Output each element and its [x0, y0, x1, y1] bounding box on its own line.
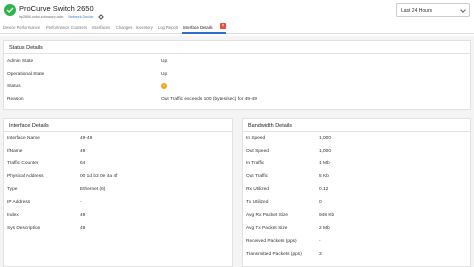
bandwidth-row-value: 3 [319, 252, 322, 257]
interface-row-value: 49 [80, 149, 86, 154]
chevron-down-icon [460, 7, 466, 13]
bandwidth-row-label: Received Packets (pps) [246, 239, 297, 244]
device-host: hp2650.zoho.zohocorp.com [19, 15, 64, 19]
status-row-value: Up [161, 59, 168, 64]
interface-row-label: Index [7, 213, 19, 218]
bandwidth-row-value: 948 Kb [319, 213, 335, 218]
tab-inventory[interactable]: Inventory [136, 25, 153, 30]
tab-performance-counters[interactable]: Performance Counters [46, 25, 87, 30]
bandwidth-row-value: 0.12 [319, 187, 329, 192]
time-range-select[interactable]: Last 24 Hours [396, 3, 470, 17]
tab-interfaces[interactable]: Interfaces [92, 25, 110, 30]
interface-row-label: Interface Name [7, 136, 40, 141]
status-row-label: Reason [7, 97, 24, 102]
interface-row-label: Traffic Counter [7, 161, 39, 166]
close-icon[interactable]: × [220, 23, 226, 29]
bandwidth-row-value: - [319, 239, 321, 244]
warning-status-icon: ! [161, 83, 167, 89]
time-range-value: Last 24 Hours [401, 7, 433, 14]
device-type-badge[interactable]: Network Device [68, 15, 93, 19]
bandwidth-row-label: Avg Rx Packet Size [246, 213, 289, 218]
status-row-value: Up [161, 72, 168, 77]
bandwidth-row-label: In Speed [246, 136, 266, 141]
bandwidth-row-label: In Traffic [246, 161, 265, 166]
status-row-label: Admin State [7, 59, 34, 64]
interface-row-label: IfName [7, 149, 23, 154]
bandwidth-row-value: 2 Mb [319, 226, 330, 231]
status-details-heading: Status Details [4, 41, 470, 54]
device-logo-icon [4, 4, 16, 16]
tab-interface-details[interactable]: Interface Details [183, 25, 213, 30]
bandwidth-row-value: 0 [319, 200, 322, 205]
interface-row-label: Sys Description [7, 226, 41, 231]
bandwidth-row-value: 1,000 [319, 149, 332, 154]
tab-changes[interactable]: Changes [116, 25, 132, 30]
bandwidth-details-heading: Bandwidth Details [243, 119, 470, 132]
interface-row-label: IP Address [7, 200, 31, 205]
interface-row-label: Physical Address [7, 174, 44, 179]
tab-bar: Device Performance Performance Counters … [0, 23, 474, 34]
bandwidth-details-panel: Bandwidth Details [242, 118, 471, 267]
tab-log-report[interactable]: Log Report [158, 25, 178, 30]
tag-icon[interactable] [97, 14, 104, 20]
interface-row-value: 49 [80, 226, 86, 231]
bandwidth-row-value: 5 Kb [319, 174, 329, 179]
interface-row-value: Ethernet (6) [80, 187, 106, 192]
bandwidth-row-label: Out Traffic [246, 174, 269, 179]
bandwidth-row-label: Transmitted Packets (pps) [246, 252, 302, 257]
interface-row-value: - [80, 200, 82, 205]
status-row-label: Operational State [7, 72, 45, 77]
status-reason-value: Out Traffic exceeds 100 (bytes/sec) for … [161, 97, 257, 102]
active-tab-indicator [182, 32, 226, 34]
device-title: ProCurve Switch 2650 [19, 4, 94, 13]
interface-details-heading: Interface Details [4, 119, 232, 132]
interface-row-label: Type [7, 187, 18, 192]
interface-row-value: 64 [80, 161, 86, 166]
bandwidth-row-label: Out Speed [246, 149, 269, 154]
interface-row-value: 49 [80, 213, 86, 218]
interface-row-value: 00 1d b3 0e 4a 4f [80, 174, 118, 179]
bandwidth-row-label: Rx Utilized [246, 187, 269, 192]
interface-row-value: 49-49 [80, 136, 93, 141]
device-header: ProCurve Switch 2650 hp2650.zoho.zohocor… [0, 0, 474, 24]
bandwidth-row-label: Tx Utilized [246, 200, 269, 205]
bandwidth-row-label: Avg Tx Packet Size [246, 226, 288, 231]
tab-device-performance[interactable]: Device Performance [3, 25, 40, 30]
bandwidth-row-value: 1 Mb [319, 161, 330, 166]
device-subline: hp2650.zoho.zohocorp.com Network Device [19, 14, 104, 20]
bandwidth-row-value: 1,000 [319, 136, 332, 141]
status-row-label: Status [7, 84, 21, 89]
